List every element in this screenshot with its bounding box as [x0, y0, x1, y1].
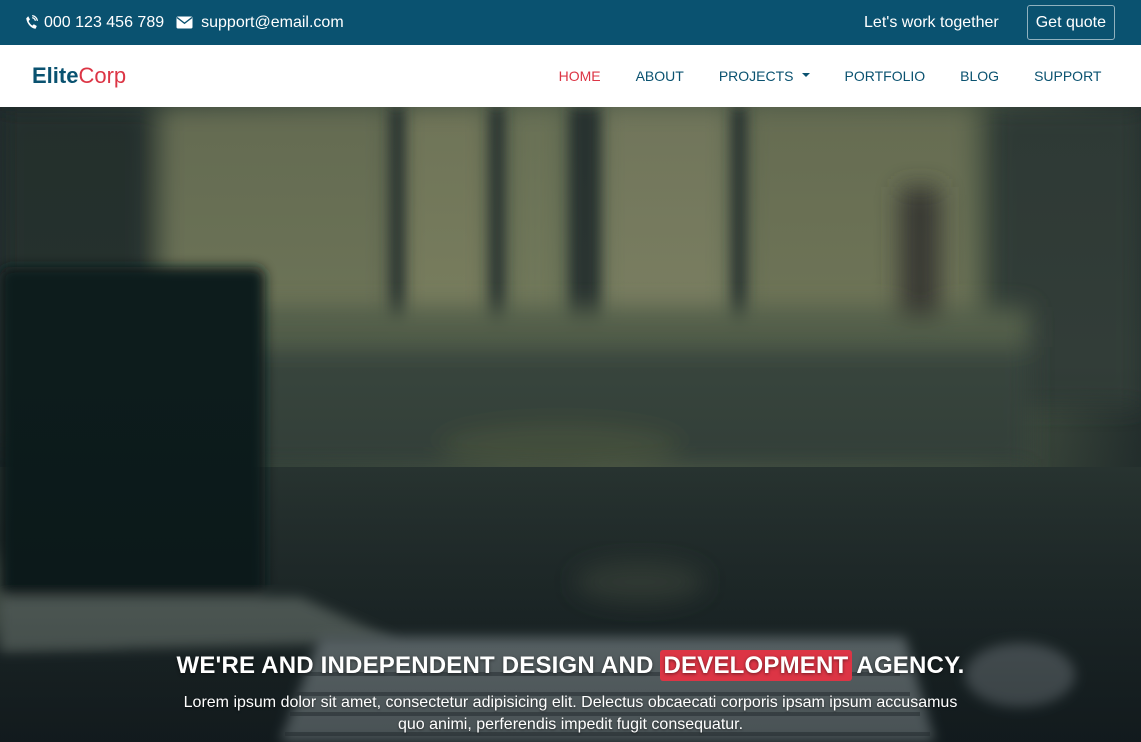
brand-logo[interactable]: EliteCorp: [32, 63, 126, 89]
email-contact[interactable]: support@email.com: [176, 14, 344, 32]
top-bar: 000 123 456 789 support@email.com Let's …: [0, 0, 1141, 45]
nav-item-about[interactable]: ABOUT: [618, 68, 701, 84]
hero-title-end: AGENCY.: [856, 652, 965, 679]
hero-text-block: WE'RE AND INDEPENDENT DESIGN AND DEVELOPM…: [0, 650, 1141, 736]
get-quote-button[interactable]: Get quote: [1026, 5, 1115, 40]
nav-item-blog[interactable]: BLOG: [943, 68, 1017, 84]
phone-icon: [24, 14, 38, 31]
nav-item-projects[interactable]: PROJECTS: [701, 68, 827, 84]
hero-title-highlight: DEVELOPMENT: [659, 650, 853, 681]
brand-name-part2: Corp: [78, 63, 127, 88]
topbar-actions: Let's work together Get quote: [864, 5, 1141, 40]
phone-number: 000 123 456 789: [44, 13, 165, 31]
nav-menu: HOME ABOUT PROJECTS PORTFOLIO BLOG SUPPO…: [541, 68, 1141, 84]
nav-item-support[interactable]: SUPPORT: [1017, 68, 1119, 84]
hero-title: WE'RE AND INDEPENDENT DESIGN AND DEVELOPM…: [0, 650, 1141, 681]
brand-name-part1: Elite: [32, 63, 79, 88]
hero-section: WE'RE AND INDEPENDENT DESIGN AND DEVELOPM…: [0, 107, 1141, 742]
contact-info: 000 123 456 789 support@email.com: [0, 14, 344, 32]
nav-item-portfolio[interactable]: PORTFOLIO: [827, 68, 943, 84]
caret-down-icon: [801, 73, 810, 77]
hero-subtitle: Lorem ipsum dolor sit amet, consectetur …: [183, 694, 958, 733]
email-address: support@email.com: [201, 13, 344, 31]
main-navbar: EliteCorp HOME ABOUT PROJECTS PORTFOLIO …: [0, 45, 1141, 107]
envelope-icon: [176, 16, 193, 29]
nav-item-home[interactable]: HOME: [541, 68, 618, 84]
tagline: Let's work together: [864, 13, 999, 31]
nav-item-projects-label: PROJECTS: [718, 68, 794, 84]
phone-contact[interactable]: 000 123 456 789: [24, 14, 164, 32]
hero-overlay: [0, 107, 1141, 742]
hero-title-start: WE'RE AND INDEPENDENT DESIGN AND: [176, 652, 654, 679]
